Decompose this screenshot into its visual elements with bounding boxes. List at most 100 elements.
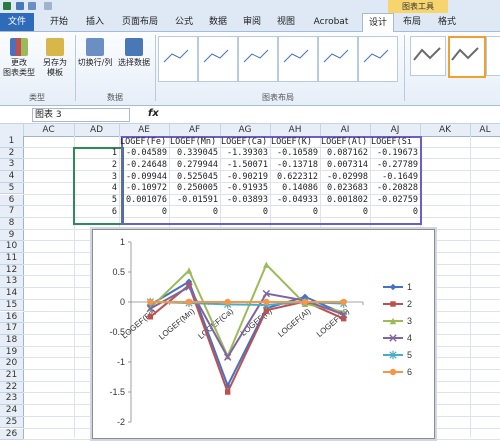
row-header[interactable]: 26 — [0, 428, 24, 441]
redo-icon[interactable] — [44, 2, 52, 10]
header-cell[interactable]: LOGEF(Al) — [321, 137, 369, 148]
value-cell[interactable]: -0.02998 — [320, 172, 368, 183]
select-data-button[interactable]: 选择数据 — [114, 38, 154, 68]
value-cell[interactable]: -0.13718 — [270, 160, 318, 171]
tab-acrobat[interactable]: Acrobat — [306, 13, 356, 31]
column-header[interactable]: AH — [270, 124, 321, 136]
line-chart[interactable]: 1 0.5 0 -0.5 -1 -1.5 -2 LOGEF(Fe) LOGEF(Mn) LOGEF… — [92, 229, 435, 439]
value-cell[interactable]: 0.525045 — [169, 172, 218, 183]
tab-view[interactable]: 视图 — [272, 13, 300, 31]
header-cell[interactable]: LOGEF(K) — [271, 137, 319, 148]
row-label-cell[interactable]: 6 — [74, 207, 117, 218]
row-header[interactable]: 17 — [0, 323, 24, 335]
value-cell[interactable]: -0.27789 — [370, 160, 418, 171]
value-cell[interactable]: 0 — [370, 207, 418, 218]
column-header[interactable]: AL — [470, 124, 500, 136]
row-header[interactable]: 21 — [0, 370, 24, 382]
row-header[interactable]: 24 — [0, 405, 24, 417]
undo-icon[interactable] — [28, 2, 36, 10]
value-cell[interactable]: 0.087162 — [320, 148, 368, 159]
row-header[interactable]: 15 — [0, 299, 24, 312]
value-cell[interactable]: -0.19673 — [370, 148, 418, 159]
row-header[interactable]: 25 — [0, 416, 24, 429]
value-cell[interactable]: 0.279944 — [169, 160, 218, 171]
series-2[interactable] — [147, 282, 347, 395]
value-cell[interactable]: -0.01591 — [169, 195, 218, 206]
row-header[interactable]: 23 — [0, 393, 24, 406]
value-cell[interactable]: 0 — [169, 207, 218, 218]
column-header[interactable]: AJ — [370, 124, 421, 136]
value-cell[interactable]: 0 — [320, 207, 368, 218]
row-label-cell[interactable]: 5 — [74, 195, 117, 206]
row-header[interactable]: 19 — [0, 346, 24, 359]
tab-data[interactable]: 数据 — [204, 13, 232, 31]
column-header[interactable]: AC — [23, 124, 75, 136]
value-cell[interactable]: 0 — [270, 207, 318, 218]
column-header[interactable]: AG — [220, 124, 271, 136]
header-cell[interactable]: LOGEF(Mn) — [170, 137, 219, 148]
row-header[interactable]: 5 — [0, 182, 24, 195]
row-header[interactable]: 4 — [0, 171, 24, 183]
name-box[interactable]: 图表 3 — [32, 108, 130, 122]
tab-page-layout[interactable]: 页面布局 — [116, 13, 164, 31]
value-cell[interactable]: -0.24648 — [119, 160, 167, 171]
value-cell[interactable]: -0.10972 — [119, 183, 167, 194]
value-cell[interactable]: -0.04933 — [270, 195, 318, 206]
save-as-template-button[interactable]: 另存为 模板 — [38, 38, 72, 78]
row-header[interactable]: 22 — [0, 381, 24, 394]
tab-layout[interactable]: 布局 — [398, 13, 426, 31]
header-cell[interactable]: LOGEF(Si — [371, 137, 419, 148]
row-header[interactable]: 16 — [0, 311, 24, 324]
header-cell[interactable]: LOGEF(Ca) — [221, 137, 269, 148]
value-cell[interactable]: -0.1649 — [370, 172, 418, 183]
row-label-cell[interactable]: 2 — [74, 160, 117, 171]
value-cell[interactable]: -0.03893 — [220, 195, 268, 206]
tab-file[interactable]: 文件 — [0, 13, 34, 31]
row-header[interactable]: 12 — [0, 264, 24, 277]
row-header[interactable]: 7 — [0, 206, 24, 218]
value-cell[interactable]: -0.02759 — [370, 195, 418, 206]
column-header[interactable]: AD — [74, 124, 120, 136]
column-header[interactable]: AI — [320, 124, 371, 136]
value-cell[interactable]: 0.023683 — [320, 183, 368, 194]
row-header[interactable]: 9 — [0, 229, 24, 242]
fx-icon[interactable]: fx — [148, 108, 159, 119]
tab-insert[interactable]: 插入 — [80, 13, 110, 31]
value-cell[interactable]: 0 — [119, 207, 167, 218]
row-label-cell[interactable]: 4 — [74, 183, 117, 194]
value-cell[interactable]: 0.339045 — [169, 148, 218, 159]
value-cell[interactable]: 0.001076 — [119, 195, 167, 206]
value-cell[interactable]: -1.50071 — [220, 160, 268, 171]
value-cell[interactable]: -0.04589 — [119, 148, 167, 159]
tab-formulas[interactable]: 公式 — [170, 13, 198, 31]
value-cell[interactable]: 0.14086 — [270, 183, 318, 194]
value-cell[interactable]: 0.007314 — [320, 160, 368, 171]
value-cell[interactable]: 0.250005 — [169, 183, 218, 194]
value-cell[interactable]: -0.09944 — [119, 172, 167, 183]
select-all-corner[interactable] — [0, 124, 24, 136]
column-header[interactable]: AE — [119, 124, 170, 136]
value-cell[interactable]: -0.10589 — [270, 148, 318, 159]
row-header[interactable]: 14 — [0, 288, 24, 300]
row-header[interactable]: 13 — [0, 276, 24, 289]
row-header[interactable]: 10 — [0, 241, 24, 253]
row-header[interactable]: 11 — [0, 253, 24, 265]
value-cell[interactable]: -0.90219 — [220, 172, 268, 183]
header-cell[interactable]: LOGEF(Fe) — [120, 137, 168, 148]
value-cell[interactable]: -0.20828 — [370, 183, 418, 194]
row-header[interactable]: 18 — [0, 334, 24, 347]
tab-review[interactable]: 审阅 — [238, 13, 266, 31]
value-cell[interactable]: -1.39303 — [220, 148, 268, 159]
row-label-cell[interactable]: 3 — [74, 172, 117, 183]
row-header[interactable]: 1 — [0, 136, 24, 148]
tab-format[interactable]: 格式 — [432, 13, 462, 31]
series-3[interactable] — [147, 261, 347, 360]
row-header[interactable]: 2 — [0, 147, 24, 160]
row-header[interactable]: 3 — [0, 159, 24, 172]
save-icon[interactable] — [16, 2, 24, 10]
column-header[interactable]: AK — [420, 124, 471, 136]
row-header[interactable]: 8 — [0, 217, 24, 230]
row-header[interactable]: 6 — [0, 194, 24, 207]
tab-home[interactable]: 开始 — [44, 13, 74, 31]
value-cell[interactable]: -0.91935 — [220, 183, 268, 194]
